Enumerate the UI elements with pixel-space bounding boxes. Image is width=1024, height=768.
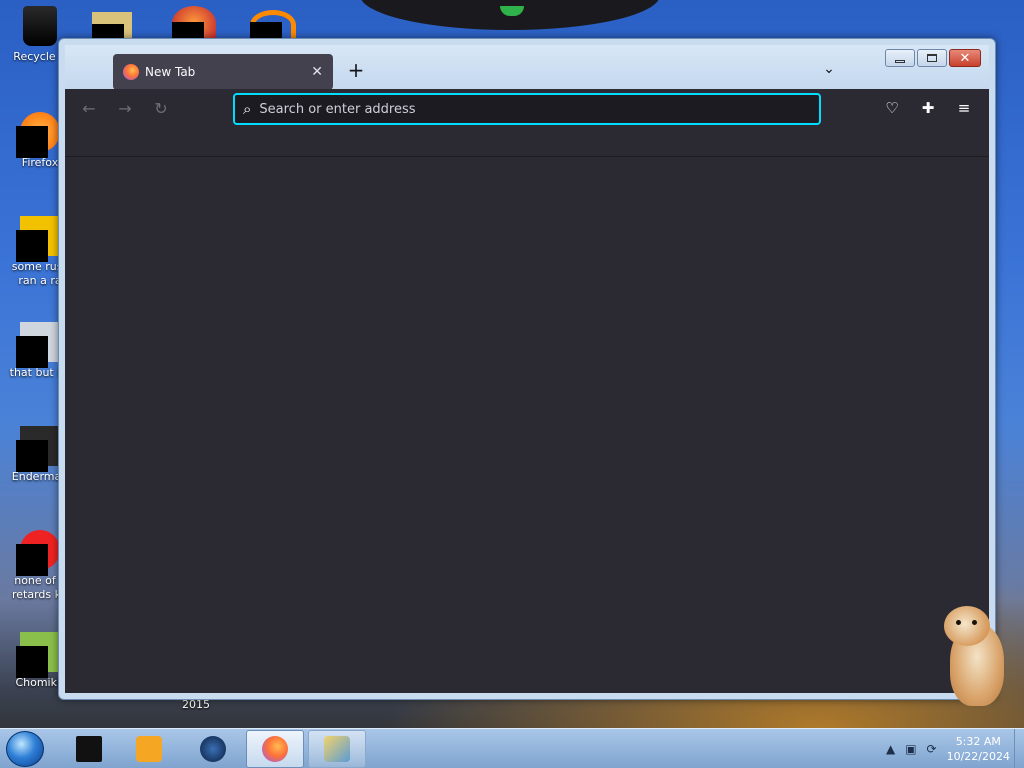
document-icon bbox=[16, 216, 60, 262]
stack-icon bbox=[16, 322, 60, 368]
minimize-icon bbox=[895, 59, 905, 63]
new-tab-button[interactable]: + bbox=[345, 60, 367, 82]
opera-icon bbox=[16, 530, 60, 576]
taskbar: ▲ ▣ ⟳ 5:32 AM 10/22/2024 bbox=[0, 728, 1024, 768]
extensions-icon[interactable]: ✚ bbox=[917, 97, 939, 119]
ornament-dot bbox=[500, 6, 524, 16]
hamster-eye bbox=[972, 620, 977, 625]
close-icon: ✕ bbox=[959, 50, 971, 66]
list-all-tabs-button[interactable]: ⌄ bbox=[819, 61, 839, 81]
clock-date: 10/22/2024 bbox=[946, 750, 1010, 763]
close-tab-icon[interactable]: ✕ bbox=[311, 64, 323, 80]
recycle-bin-icon bbox=[23, 6, 57, 46]
redaction-box bbox=[16, 440, 48, 472]
tab-title: New Tab bbox=[145, 65, 196, 79]
firefox-icon bbox=[123, 64, 139, 80]
window-controls: ✕ bbox=[885, 49, 981, 67]
window-icon bbox=[16, 426, 60, 472]
page-content[interactable] bbox=[65, 157, 989, 693]
start-button[interactable] bbox=[6, 731, 44, 767]
show-desktop-button[interactable] bbox=[1014, 729, 1024, 768]
taskbar-app-terminal[interactable] bbox=[60, 730, 118, 768]
paint-icon bbox=[324, 736, 350, 762]
desktop-ornament bbox=[360, 0, 660, 30]
hamster-head bbox=[944, 606, 990, 646]
title-bar[interactable]: New Tab ✕ + ⌄ ✕ bbox=[65, 45, 989, 90]
browser-body: ← → ↻ ⌕ ♡ ✚ ≡ bbox=[65, 89, 989, 693]
show-hidden-icons-icon[interactable]: ▲ bbox=[886, 742, 895, 756]
reload-button[interactable]: ↻ bbox=[149, 97, 173, 121]
clock-time: 5:32 AM bbox=[955, 735, 1001, 748]
hamster-eye bbox=[956, 620, 961, 625]
back-button[interactable]: ← bbox=[77, 97, 101, 121]
pocket-icon[interactable]: ♡ bbox=[881, 97, 903, 119]
maximize-icon bbox=[927, 54, 937, 62]
globe-icon bbox=[200, 736, 226, 762]
url-bar[interactable]: ⌕ bbox=[233, 93, 821, 125]
firefox-window[interactable]: New Tab ✕ + ⌄ ✕ ← → ↻ ⌕ ♡ ✚ ≡ bbox=[58, 38, 996, 700]
hamster-icon bbox=[16, 632, 60, 678]
media-player-icon bbox=[136, 736, 162, 762]
system-tray: ▲ ▣ ⟳ 5:32 AM 10/22/2024 bbox=[886, 729, 1024, 768]
taskbar-app-globe[interactable] bbox=[184, 730, 242, 768]
redaction-box bbox=[16, 126, 48, 158]
taskbar-app-media[interactable] bbox=[120, 730, 178, 768]
taskbar-app-firefox[interactable] bbox=[246, 730, 304, 768]
clock[interactable]: 5:32 AM 10/22/2024 bbox=[947, 734, 1010, 764]
close-window-button[interactable]: ✕ bbox=[949, 49, 981, 67]
minimize-button[interactable] bbox=[885, 49, 915, 67]
hamster-image bbox=[940, 606, 1006, 706]
forward-button[interactable]: → bbox=[113, 97, 137, 121]
navigation-toolbar: ← → ↻ ⌕ ♡ ✚ ≡ bbox=[65, 89, 989, 157]
taskbar-app-paint[interactable] bbox=[308, 730, 366, 768]
update-icon[interactable]: ⟳ bbox=[927, 742, 937, 756]
redaction-box bbox=[16, 230, 48, 262]
firefox-icon bbox=[16, 112, 60, 158]
app-icon[interactable] bbox=[250, 10, 296, 40]
maximize-button[interactable] bbox=[917, 49, 947, 67]
search-icon: ⌕ bbox=[243, 100, 252, 118]
menu-icon[interactable]: ≡ bbox=[953, 97, 975, 119]
redaction-box bbox=[16, 646, 48, 678]
terminal-icon bbox=[76, 736, 102, 762]
media-icon[interactable] bbox=[172, 6, 216, 40]
redaction-box bbox=[16, 544, 48, 576]
redaction-box bbox=[16, 336, 48, 368]
address-input[interactable] bbox=[259, 101, 811, 117]
tab-new-tab[interactable]: New Tab ✕ bbox=[113, 54, 333, 90]
firefox-icon bbox=[262, 736, 288, 762]
network-icon[interactable]: ▣ bbox=[905, 742, 916, 756]
toolbar-actions: ♡ ✚ ≡ bbox=[881, 97, 975, 119]
